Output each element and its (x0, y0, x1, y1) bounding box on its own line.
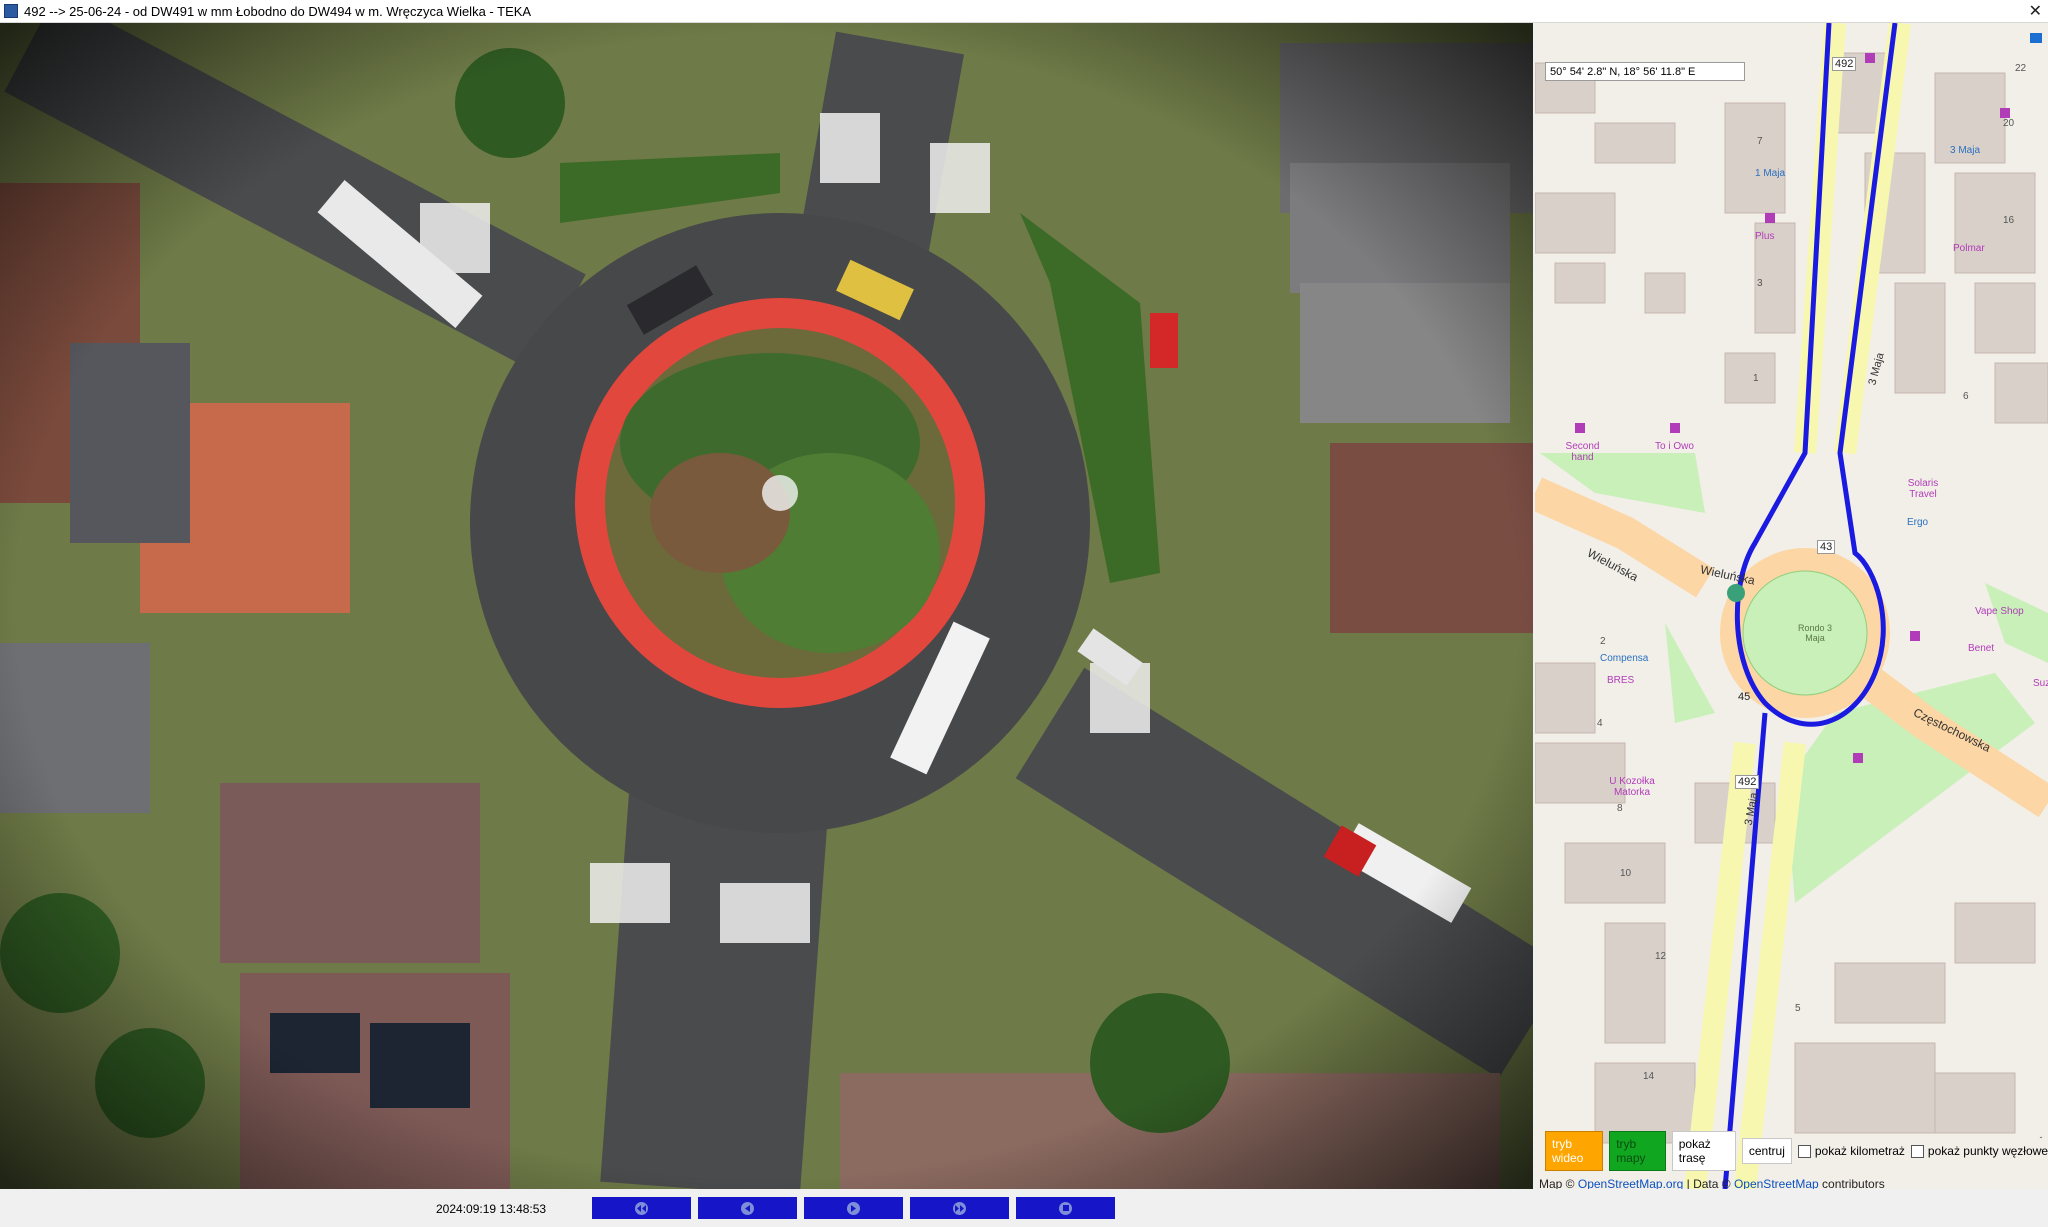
osm-link[interactable]: OpenStreetMap (1734, 1177, 1819, 1189)
window-title-bar: 492 --> 25-06-24 - od DW491 w mm Łobodno… (0, 0, 2048, 23)
checkbox-box[interactable] (1797, 1144, 1811, 1158)
fast-forward-button[interactable] (910, 1197, 1009, 1219)
fast-rewind-icon (635, 1201, 648, 1215)
play-button[interactable] (804, 1197, 903, 1219)
map-corner-icon (2030, 33, 2042, 43)
close-icon[interactable]: ✕ (2029, 1, 2042, 21)
map-scrollbar[interactable]: - - (2036, 1131, 2046, 1171)
stop-button[interactable] (1016, 1197, 1115, 1219)
video-frame[interactable] (0, 23, 1533, 1189)
window-title: 492 --> 25-06-24 - od DW491 w mm Łobodno… (24, 3, 532, 19)
attribution-separator: | Data © (1686, 1177, 1731, 1189)
video-timestamp: 2024:09:19 13:48:53 (436, 1202, 547, 1216)
play-icon (847, 1201, 860, 1215)
center-button[interactable]: centruj (1741, 1138, 1792, 1164)
show-route-button[interactable]: pokaż trasę (1671, 1131, 1736, 1171)
aerial-roundabout-image (0, 23, 1533, 1189)
map-panel[interactable]: Rondo 3 Maja Wieluńska Wieluńska Częstoc… (1535, 23, 2048, 1189)
playback-bar: 2024:09:19 13:48:53 (0, 1189, 2048, 1227)
step-back-button[interactable] (698, 1197, 797, 1219)
scroll-up-arrow[interactable]: - (2036, 1131, 2046, 1143)
checkbox-box[interactable] (1910, 1144, 1924, 1158)
coordinates-field[interactable] (1545, 62, 1745, 81)
scroll-down-arrow[interactable]: - (2036, 1143, 2046, 1155)
show-nodes-checkbox[interactable]: pokaż punkty węzłowe (1910, 1144, 2048, 1158)
step-back-icon (741, 1201, 754, 1215)
map-controls: tryb wideo tryb mapy pokaż trasę centruj… (1545, 1131, 2048, 1171)
street-map (1535, 23, 2048, 1189)
attribution-suffix: contributors (1822, 1177, 1885, 1189)
map-attribution: Map © OpenStreetMap.org | Data © OpenStr… (1539, 1177, 1885, 1189)
show-nodes-label: pokaż punkty węzłowe (1927, 1144, 2048, 1158)
app-icon (4, 4, 18, 18)
rewind-fast-button[interactable] (592, 1197, 691, 1219)
fast-forward-icon (953, 1201, 966, 1215)
map-mode-button[interactable]: tryb mapy (1609, 1131, 1666, 1171)
show-km-label: pokaż kilometraż (1814, 1144, 1905, 1158)
osm-org-link[interactable]: OpenStreetMap.org (1578, 1177, 1683, 1189)
show-km-checkbox[interactable]: pokaż kilometraż (1797, 1144, 1905, 1158)
attribution-prefix: Map © (1539, 1177, 1575, 1189)
video-mode-button[interactable]: tryb wideo (1545, 1131, 1604, 1171)
stop-icon (1059, 1201, 1072, 1215)
